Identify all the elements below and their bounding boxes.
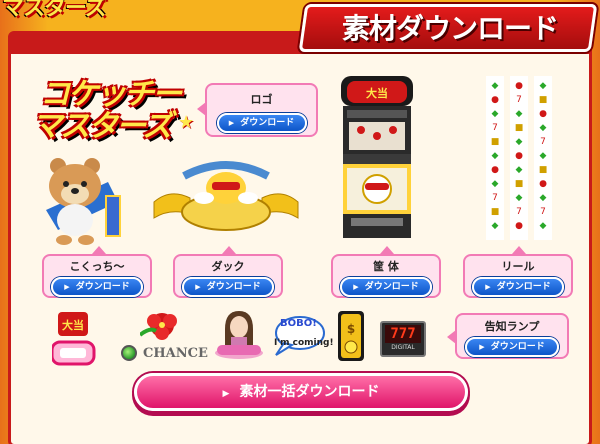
digital-counter-icon: 777 DIGITAL (380, 321, 426, 357)
gold-medal-icon: $ (338, 311, 364, 361)
cabinet-download-label: ダウンロード (364, 282, 419, 292)
play-icon: ▶ (353, 283, 359, 291)
svg-text:■: ■ (539, 95, 548, 105)
svg-text:$: $ (347, 322, 355, 336)
notice-lamp-card-tail (447, 330, 456, 344)
reel-thumbnail: ◆ ● ◆ 7 ■ ◆ ● ◆ 7 ■ ◆ ● 7 ◆ ■ ◆ ● ◆ ■ ◆ 7 ● ◆ ■ ● ◆ 7 ◆ ■ ● ◆ 7 ◆ (486, 76, 552, 240)
play-icon: ▶ (64, 283, 70, 291)
kokucchi-label: こくっち〜 (69, 260, 125, 273)
page-title: 素材ダウンロード (341, 12, 559, 45)
cabinet-label: 筐 体 (373, 260, 399, 273)
reel-download-label: ダウンロード (496, 282, 551, 292)
reel-label: リール (501, 260, 535, 273)
cabinet-card: 筐 体 ▶ ダウンロード (331, 254, 441, 298)
bobo-sublabel: I'm coming! (274, 338, 334, 348)
girl-photo-icon (213, 309, 265, 359)
svg-text:◆: ◆ (540, 151, 547, 161)
lamp-icon: 大当 (50, 312, 96, 366)
bulk-download-label: 素材一括ダウンロード (239, 384, 380, 400)
svg-text:◆: ◆ (516, 165, 523, 175)
svg-text:大当: 大当 (366, 86, 388, 100)
hibiscus-icon (138, 311, 184, 341)
svg-text:◆: ◆ (492, 151, 499, 161)
svg-text:7: 7 (516, 95, 522, 105)
logo-line-2: マスターズ (32, 109, 172, 144)
svg-text:7: 7 (540, 137, 546, 147)
notice-lamp-card: 告知ランプ ▶ ダウンロード (455, 313, 569, 359)
svg-text:●: ● (539, 179, 547, 189)
svg-text:◆: ◆ (540, 221, 547, 231)
duck-card: ダック ▶ ダウンロード (173, 254, 283, 298)
duck-label: ダック (211, 260, 245, 273)
svg-text:大当: 大当 (62, 318, 84, 332)
kokucchi-download-button[interactable]: ▶ ダウンロード (51, 277, 143, 297)
kokucchi-thumbnail (38, 152, 130, 246)
reel-card: リール ▶ ダウンロード (463, 254, 573, 298)
svg-text:■: ■ (515, 123, 524, 133)
svg-text:◆: ◆ (492, 179, 499, 189)
logo-line-1: コケッチー (40, 77, 182, 112)
play-icon: ▶ (195, 283, 201, 291)
kokucchi-download-label: ダウンロード (75, 282, 130, 292)
duck-thumbnail (150, 158, 302, 234)
svg-text:7: 7 (492, 123, 498, 133)
svg-text:■: ■ (491, 137, 500, 147)
kokucchi-card-tail (92, 246, 106, 254)
svg-text:●: ● (515, 81, 523, 91)
duck-download-label: ダウンロード (206, 282, 261, 292)
svg-text:■: ■ (539, 165, 548, 175)
svg-text:◆: ◆ (492, 81, 499, 91)
svg-text:●: ● (515, 151, 523, 161)
notice-lamp-download-label: ダウンロード (490, 342, 545, 352)
reel-download-button[interactable]: ▶ ダウンロード (472, 277, 564, 297)
logo-card: ロゴ ▶ ダウンロード (205, 83, 318, 137)
svg-text:◆: ◆ (540, 81, 547, 91)
svg-text:◆: ◆ (516, 193, 523, 203)
digital-label: DIGITAL (391, 344, 415, 351)
svg-text:●: ● (515, 221, 523, 231)
chance-lamp-icon (121, 345, 137, 361)
play-icon: ▶ (222, 389, 230, 399)
cabinet-thumbnail: 大当 (339, 76, 415, 240)
cabinet-card-tail (380, 246, 394, 254)
svg-text:■: ■ (491, 207, 500, 217)
play-icon: ▶ (479, 343, 485, 351)
svg-text:◆: ◆ (492, 109, 499, 119)
svg-text:7: 7 (540, 207, 546, 217)
kokucchi-card: こくっち〜 ▶ ダウンロード (42, 254, 152, 298)
bulk-download-button[interactable]: ▶ 素材一括ダウンロード (134, 373, 468, 411)
svg-text:◆: ◆ (540, 123, 547, 133)
svg-text:7: 7 (516, 207, 522, 217)
logo-card-tail (197, 102, 206, 116)
logo-thumbnail: コケッチー マスターズ ★ (26, 72, 196, 152)
svg-text:●: ● (491, 95, 499, 105)
play-icon: ▶ (485, 283, 491, 291)
svg-text:◆: ◆ (492, 221, 499, 231)
reel-card-tail (512, 246, 526, 254)
svg-text:●: ● (491, 165, 499, 175)
star-icon: ★ (178, 112, 195, 133)
svg-text:■: ■ (515, 179, 524, 189)
svg-text:7: 7 (492, 193, 498, 203)
play-icon: ▶ (228, 119, 235, 127)
notice-lamp-label: 告知ランプ (484, 320, 540, 333)
logo-label: ロゴ (250, 93, 273, 106)
notice-lamp-download-button[interactable]: ▶ ダウンロード (465, 337, 559, 357)
digital-counter-value: 777 (385, 325, 421, 343)
logo-download-button[interactable]: ▶ ダウンロード (216, 113, 307, 133)
duck-card-tail (222, 246, 236, 254)
svg-text:◆: ◆ (540, 193, 547, 203)
chance-label: CHANCE (143, 346, 208, 361)
logo-download-label: ダウンロード (240, 118, 295, 128)
top-logo-text: マスターズ (2, 0, 107, 21)
bobo-label: BOBO! (280, 318, 317, 329)
duck-download-button[interactable]: ▶ ダウンロード (182, 277, 274, 297)
svg-text:●: ● (539, 109, 547, 119)
svg-text:◆: ◆ (516, 109, 523, 119)
cabinet-download-button[interactable]: ▶ ダウンロード (340, 277, 432, 297)
svg-text:◆: ◆ (516, 137, 523, 147)
